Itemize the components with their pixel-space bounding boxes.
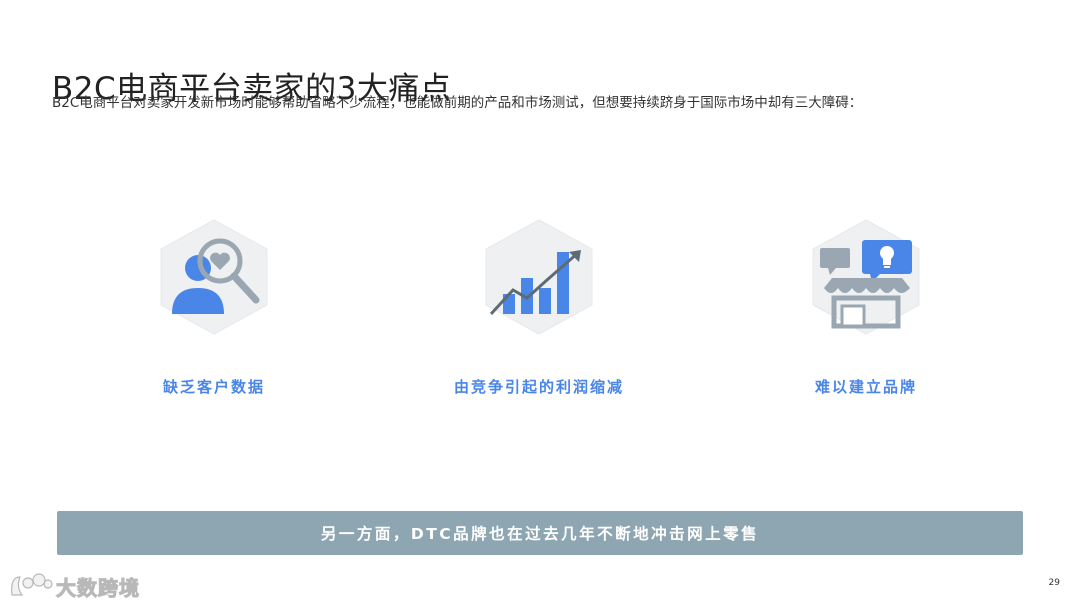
pain-point-label: 难以建立品牌: [814, 378, 917, 396]
brand-logo-icon: [11, 573, 53, 596]
pain-point-customer-data: 缺乏客户数据: [104, 218, 324, 397]
banner-text: 另一方面，DTC品牌也在过去几年不断地冲击网上零售: [320, 525, 760, 543]
page-number: 29: [1048, 578, 1060, 588]
pain-point-label: 缺乏客户数据: [162, 378, 265, 396]
brand-logo: 大数跨境: [8, 570, 140, 602]
storefront-idea-icon: [812, 219, 920, 335]
pain-point-label: 由竞争引起的利润缩减: [453, 378, 624, 396]
pain-point-brand-building: 难以建立品牌: [756, 218, 976, 397]
brand-logo-text: 大数跨境: [56, 575, 140, 600]
pain-point-profit-shrink: 由竞争引起的利润缩减: [429, 218, 649, 397]
page-subtitle: B2C电商平台对卖家开发新市场时能够帮助省略不少流程，也能做前期的产品和市场测试…: [52, 95, 863, 111]
summary-banner: 另一方面，DTC品牌也在过去几年不断地冲击网上零售: [57, 511, 1023, 555]
bar-chart-trend-icon: [485, 219, 593, 335]
user-search-icon: [160, 219, 268, 335]
